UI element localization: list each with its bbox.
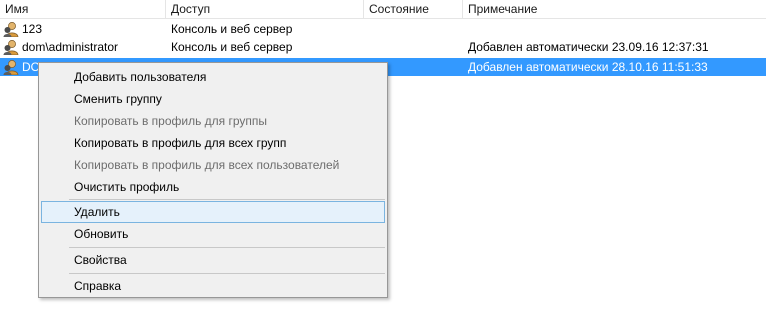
menu-separator [69, 199, 385, 200]
menu-item-clear-profile[interactable]: Очистить профиль [41, 176, 385, 198]
user-icon [3, 21, 19, 37]
row-access: Консоль и веб сервер [171, 22, 293, 36]
list-header: Имя Доступ Состояние Примечание [0, 0, 766, 19]
menu-item-help[interactable]: Справка [41, 275, 385, 297]
menu-item-add-user[interactable]: Добавить пользователя [41, 66, 385, 88]
menu-separator [69, 273, 385, 274]
menu-item-change-group[interactable]: Сменить группу [41, 88, 385, 110]
row-name: 123 [22, 22, 43, 36]
table-row[interactable]: dom\administrator Консоль и веб сервер Д… [0, 38, 766, 56]
row-note [468, 20, 764, 38]
row-note: Добавлен автоматически 23.09.16 12:37:31 [468, 40, 709, 54]
row-note: Добавлен автоматически 28.10.16 11:51:33 [468, 60, 708, 74]
context-menu: Добавить пользователя Сменить группу Коп… [38, 62, 388, 298]
row-access: Консоль и веб сервер [171, 40, 293, 54]
menu-item-delete[interactable]: Удалить [41, 201, 385, 223]
menu-item-refresh[interactable]: Обновить [41, 223, 385, 245]
row-state [369, 38, 459, 56]
user-icon [3, 39, 19, 55]
column-header-name[interactable]: Имя [0, 0, 166, 18]
user-icon [3, 59, 19, 75]
menu-item-copy-to-group-profile: Копировать в профиль для группы [74, 114, 268, 128]
menu-separator [69, 247, 385, 248]
column-header-state[interactable]: Состояние [364, 0, 463, 18]
row-name: dom\administrator [22, 40, 119, 54]
column-header-note[interactable]: Примечание [463, 0, 766, 18]
row-state [369, 20, 459, 38]
menu-item-copy-to-all-users: Копировать в профиль для всех пользовате… [74, 158, 340, 172]
column-header-access[interactable]: Доступ [166, 0, 364, 18]
menu-item-properties[interactable]: Свойства [41, 249, 385, 271]
menu-item-copy-to-all-groups[interactable]: Копировать в профиль для всех групп [41, 132, 385, 154]
table-row[interactable]: 123 Консоль и веб сервер [0, 20, 766, 38]
